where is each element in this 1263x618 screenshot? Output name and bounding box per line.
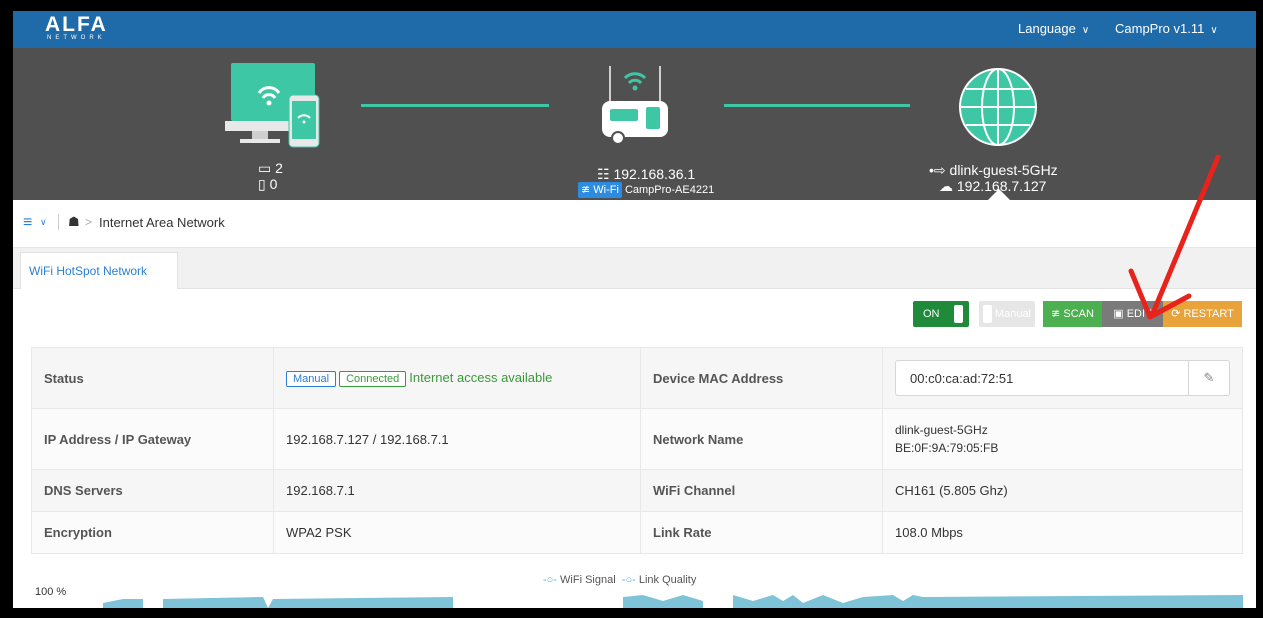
alfa-logo[interactable]: ALFA NETWORK bbox=[45, 13, 108, 42]
link-line-clients-router bbox=[361, 104, 549, 107]
globe-icon[interactable] bbox=[956, 65, 1040, 149]
router-icon[interactable] bbox=[588, 56, 678, 146]
dns-label: DNS Servers bbox=[31, 469, 274, 512]
status-cell: Manual Connected Internet access available bbox=[273, 347, 641, 409]
clients-icon[interactable] bbox=[225, 63, 325, 151]
wifi-badge: ≇ Wi-Fi bbox=[578, 182, 622, 198]
edit-button[interactable]: ▣ EDIT bbox=[1102, 301, 1163, 327]
logo-text: ALFA bbox=[45, 13, 108, 36]
computer-icon: ▭ bbox=[258, 160, 272, 176]
network-name-label: Network Name bbox=[640, 408, 883, 470]
mac-cell: 00:c0:ca:ad:72:51 ✎ bbox=[882, 347, 1243, 409]
network-name-cell: dlink-guest-5GHz BE:0F:9A:79:05:FB bbox=[882, 408, 1243, 470]
link-line-router-internet bbox=[724, 104, 910, 107]
ip-label: IP Address / IP Gateway bbox=[31, 408, 274, 470]
chevron-down-icon: ∨ bbox=[1210, 25, 1218, 36]
channel-value: CH161 (5.805 Ghz) bbox=[882, 469, 1243, 512]
logo-subtext: NETWORK bbox=[47, 35, 106, 41]
phone-icon: ▯ bbox=[258, 176, 266, 192]
clients-count: ▭ 2 ▯ 0 bbox=[258, 160, 283, 192]
usb-icon: •⇨ bbox=[929, 162, 946, 178]
signal-chart bbox=[103, 595, 1243, 608]
mac-label: Device MAC Address bbox=[640, 347, 883, 409]
version-label: CampPro v1.11 bbox=[1115, 21, 1205, 36]
manual-badge: Manual bbox=[286, 370, 337, 387]
restart-button[interactable]: ⟳ RESTART bbox=[1163, 301, 1242, 327]
mac-address-field[interactable]: 00:c0:ca:ad:72:51 ✎ bbox=[895, 360, 1230, 396]
encryption-label: Encryption bbox=[31, 511, 274, 554]
chevron-down-icon[interactable]: ∨ bbox=[40, 217, 47, 228]
router-ssid: CampPro-AE4221 bbox=[624, 184, 715, 196]
bssid-value: BE:0F:9A:79:05:FB bbox=[895, 441, 999, 455]
scan-label: SCAN bbox=[1063, 308, 1094, 320]
language-menu[interactable]: Language ∨ bbox=[1018, 21, 1089, 36]
breadcrumb: ≡ ∨ ☗ > Internet Area Network bbox=[13, 200, 1256, 248]
manual-label: Manual bbox=[994, 308, 1031, 320]
legend-marker-quality: -○- bbox=[621, 574, 636, 586]
network-topology: ▭ 2 ▯ 0 ☷ 192.168.36.1 ≇ Wi-Fi CampPro-AE… bbox=[13, 48, 1256, 200]
y-axis-tick: 100 % bbox=[35, 586, 67, 598]
status-label: Status bbox=[31, 347, 274, 409]
chevron-down-icon: ∨ bbox=[1081, 25, 1090, 36]
on-toggle[interactable]: ON bbox=[913, 301, 969, 327]
edit-icon: ▣ bbox=[1113, 308, 1124, 320]
cloud-icon: ☁ bbox=[939, 178, 953, 194]
language-label: Language bbox=[1018, 21, 1076, 36]
table-row: DNS Servers 192.168.7.1 WiFi Channel CH1… bbox=[31, 469, 1243, 512]
refresh-icon: ⟳ bbox=[1171, 308, 1181, 320]
computer-count: 2 bbox=[275, 160, 283, 176]
table-row: Encryption WPA2 PSK Link Rate 108.0 Mbps bbox=[31, 511, 1243, 554]
dns-value: 192.168.7.1 bbox=[273, 469, 641, 512]
table-row: Status Manual Connected Internet access av… bbox=[31, 347, 1243, 409]
router-info: ☷ 192.168.36.1 ≇ Wi-Fi CampPro-AE4221 bbox=[578, 166, 714, 198]
legend-signal[interactable]: WiFi Signal bbox=[560, 574, 616, 586]
edit-pencil-icon[interactable]: ✎ bbox=[1188, 361, 1229, 395]
link-rate-label: Link Rate bbox=[640, 511, 883, 554]
network-name-value: dlink-guest-5GHz bbox=[895, 423, 988, 437]
lan-icon: ☷ bbox=[597, 166, 610, 182]
legend-quality[interactable]: Link Quality bbox=[639, 574, 696, 586]
on-label: ON bbox=[923, 308, 940, 320]
home-icon[interactable]: ☗ bbox=[68, 214, 80, 230]
ip-value: 192.168.7.127 / 192.168.7.1 bbox=[273, 408, 641, 470]
manual-toggle[interactable]: Manual bbox=[979, 301, 1035, 327]
signal-area bbox=[103, 595, 1243, 608]
phone-count: 0 bbox=[269, 176, 278, 192]
router-ip: 192.168.36.1 bbox=[613, 166, 696, 182]
encryption-value: WPA2 PSK bbox=[273, 511, 641, 554]
mac-value: 00:c0:ca:ad:72:51 bbox=[910, 370, 1014, 386]
status-text: Internet access available bbox=[409, 369, 553, 385]
menu-toggle-icon[interactable]: ≡ bbox=[23, 214, 32, 232]
scan-button[interactable]: ≇ SCAN bbox=[1043, 301, 1102, 327]
uplink-network: dlink-guest-5GHz bbox=[949, 162, 1058, 178]
edit-label: EDIT bbox=[1126, 308, 1152, 320]
tab-wifi-hotspot-network[interactable]: WiFi HotSpot Network bbox=[20, 252, 178, 289]
table-row: IP Address / IP Gateway 192.168.7.127 / … bbox=[31, 408, 1243, 470]
toggle-knob bbox=[983, 305, 992, 323]
legend-marker-signal: -○- bbox=[543, 574, 557, 586]
connected-badge: Connected bbox=[339, 370, 407, 387]
restart-label: RESTART bbox=[1183, 308, 1234, 320]
link-rate-value: 108.0 Mbps bbox=[882, 511, 1243, 554]
top-bar: ALFA NETWORK Language ∨ CampPro v1.11 ∨ bbox=[13, 11, 1256, 48]
channel-label: WiFi Channel bbox=[640, 469, 883, 512]
wifi-badge-label: Wi-Fi bbox=[593, 184, 619, 196]
active-node-pointer bbox=[988, 189, 1010, 200]
wifi-icon: ≇ bbox=[1051, 308, 1061, 320]
tab-bar: WiFi HotSpot Network bbox=[13, 248, 1256, 289]
app-frame: ALFA NETWORK Language ∨ CampPro v1.11 ∨ ▭ … bbox=[13, 11, 1256, 608]
chart-legend: -○- WiFi Signal -○- Link Quality bbox=[543, 574, 696, 586]
breadcrumb-current: Internet Area Network bbox=[99, 215, 225, 230]
network-info-table: Status Manual Connected Internet access av… bbox=[31, 347, 1243, 554]
chevron-right-icon: > bbox=[85, 215, 93, 229]
divider bbox=[58, 214, 59, 230]
toggle-knob bbox=[954, 305, 963, 323]
version-menu[interactable]: CampPro v1.11 ∨ bbox=[1115, 21, 1218, 36]
